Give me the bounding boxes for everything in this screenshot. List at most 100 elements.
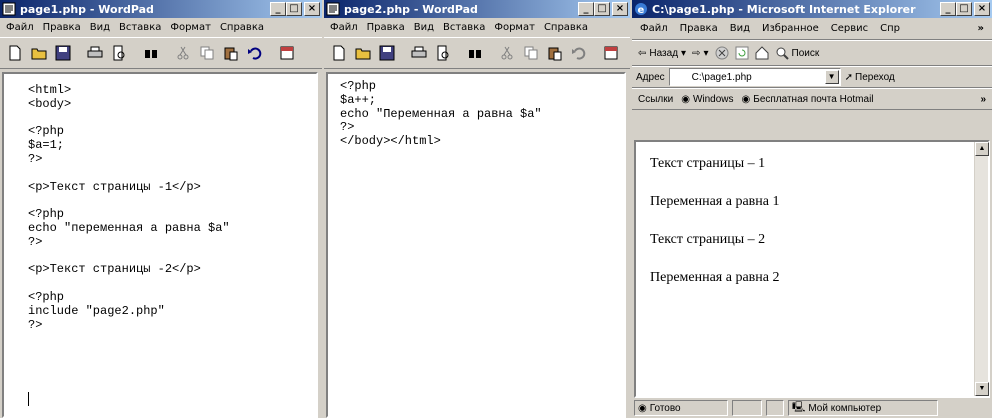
print-preview-icon[interactable] [432, 42, 454, 64]
search-button[interactable]: Поиск [775, 46, 819, 60]
status-zone: Мой компьютер [808, 402, 882, 414]
document-text: <html> <body> <?php $a=1; ?> <p>Текст ст… [28, 83, 230, 332]
document-editor[interactable]: <?php $a++; echo "Переменная a равна $a"… [326, 72, 626, 418]
address-input[interactable]: C:\page1.php ▼ [668, 68, 841, 86]
menu-bar: Файл Правка Вид Вставка Формат Справка [0, 18, 322, 37]
open-folder-icon[interactable] [352, 42, 374, 64]
link-windows[interactable]: ◉ Windows [681, 94, 733, 105]
forward-button[interactable]: ⇨ ▾ [692, 48, 708, 59]
new-document-icon[interactable] [328, 42, 350, 64]
copy-icon[interactable] [520, 42, 542, 64]
computer-icon: 🖳 [792, 401, 806, 413]
title-bar[interactable]: page1.php - WordPad _ □ × [0, 0, 322, 18]
chevron-down-icon: ▾ [681, 47, 687, 59]
go-button[interactable]: ➚ Переход [845, 72, 895, 83]
copy-icon[interactable] [196, 42, 218, 64]
wordpad-window-page1: page1.php - WordPad _ □ × Файл Правка Ви… [0, 0, 322, 418]
paste-icon[interactable] [544, 42, 566, 64]
svg-text:e: e [638, 5, 645, 16]
minimize-button[interactable]: _ [270, 2, 286, 16]
menu-format[interactable]: Формат [494, 22, 535, 33]
close-button[interactable]: × [612, 2, 628, 16]
ie-logo-icon: e [635, 3, 647, 16]
minimize-button[interactable]: _ [578, 2, 594, 16]
menu-help[interactable]: Справка [544, 22, 588, 33]
document-editor[interactable]: <html> <body> <?php $a=1; ?> <p>Текст ст… [2, 72, 318, 418]
title-bar[interactable]: page2.php - WordPad _ □ × [324, 0, 630, 18]
ie-page-icon: ◉ [681, 93, 690, 105]
open-folder-icon[interactable] [28, 42, 50, 64]
wordpad-icon [326, 2, 340, 16]
maximize-button[interactable]: □ [956, 2, 972, 16]
wordpad-icon [2, 2, 16, 16]
menu-file[interactable]: Файл [640, 23, 668, 34]
stop-icon [715, 46, 728, 60]
find-icon[interactable] [464, 42, 486, 64]
status-panel: ◉ Готово [634, 400, 728, 416]
link-label: Windows [692, 93, 734, 105]
menu-edit[interactable]: Правка [43, 22, 81, 33]
print-preview-icon[interactable] [108, 42, 130, 64]
status-panel-empty [766, 400, 784, 416]
address-bar: Адрес C:\page1.php ▼ ➚ Переход [632, 66, 992, 88]
title-bar[interactable]: e C:\page1.php - Microsoft Internet Expl… [632, 0, 992, 18]
menu-help[interactable]: Спр [880, 23, 900, 34]
back-button[interactable]: ⇦ Назад ▾ [638, 48, 686, 59]
links-label: Ссылки [638, 93, 674, 105]
paste-icon[interactable] [220, 42, 242, 64]
menu-format[interactable]: Формат [170, 22, 211, 33]
link-hotmail[interactable]: ◉ Бесплатная почта Hotmail [742, 94, 874, 105]
toolbar [0, 37, 322, 69]
go-label: Переход [855, 71, 895, 83]
print-icon[interactable] [84, 42, 106, 64]
close-button[interactable]: × [974, 2, 990, 16]
page-text-1: Текст страницы – 1 [650, 156, 766, 171]
refresh-button[interactable] [735, 46, 749, 60]
save-icon[interactable] [52, 42, 74, 64]
cut-icon[interactable] [172, 42, 194, 64]
menu-file[interactable]: Файл [6, 22, 34, 33]
ie-page-icon: ◉ [638, 402, 647, 414]
menu-tools[interactable]: Сервис [831, 23, 868, 34]
menu-view[interactable]: Вид [90, 22, 110, 33]
menu-bar: Файл Правка Вид Вставка Формат Справка [324, 18, 630, 37]
save-icon[interactable] [376, 42, 398, 64]
menu-help[interactable]: Справка [220, 22, 264, 33]
date-time-icon[interactable] [600, 42, 622, 64]
menu-view[interactable]: Вид [730, 23, 750, 34]
address-dropdown-button[interactable]: ▼ [824, 70, 839, 84]
menu-edit[interactable]: Правка [680, 23, 718, 34]
address-label: Адрес [636, 71, 665, 83]
scroll-down-arrow[interactable]: ▼ [975, 382, 989, 396]
home-button[interactable] [755, 46, 769, 60]
close-button[interactable]: × [304, 2, 320, 16]
links-bar: Ссылки ◉ Windows ◉ Бесплатная почта Hotm… [632, 88, 992, 110]
scroll-up-arrow[interactable]: ▲ [975, 142, 989, 156]
vertical-scrollbar[interactable]: ▲ ▼ [974, 142, 989, 396]
search-icon [776, 47, 789, 60]
menu-insert[interactable]: Вставка [119, 22, 161, 33]
window-title: page1.php - WordPad [20, 2, 154, 16]
stop-button[interactable] [715, 46, 729, 60]
find-icon[interactable] [140, 42, 162, 64]
maximize-button[interactable]: □ [286, 2, 302, 16]
menu-edit[interactable]: Правка [367, 22, 405, 33]
new-document-icon[interactable] [4, 42, 26, 64]
chevron-down-icon: ▾ [703, 47, 709, 59]
undo-icon[interactable] [244, 42, 266, 64]
menu-favorites[interactable]: Избранное [762, 23, 819, 34]
menu-file[interactable]: Файл [330, 22, 358, 33]
date-time-icon[interactable] [276, 42, 298, 64]
cut-icon[interactable] [496, 42, 518, 64]
text-caret [28, 392, 29, 406]
menu-view[interactable]: Вид [414, 22, 434, 33]
window-title: page2.php - WordPad [344, 2, 478, 16]
print-icon[interactable] [408, 42, 430, 64]
menu-overflow-chevron[interactable]: » [978, 23, 984, 34]
document-text: <?php $a++; echo "Переменная a равна $a"… [340, 79, 542, 149]
menu-insert[interactable]: Вставка [443, 22, 485, 33]
minimize-button[interactable]: _ [940, 2, 956, 16]
maximize-button[interactable]: □ [594, 2, 610, 16]
links-overflow-chevron[interactable]: » [980, 94, 986, 105]
undo-icon[interactable] [568, 42, 590, 64]
